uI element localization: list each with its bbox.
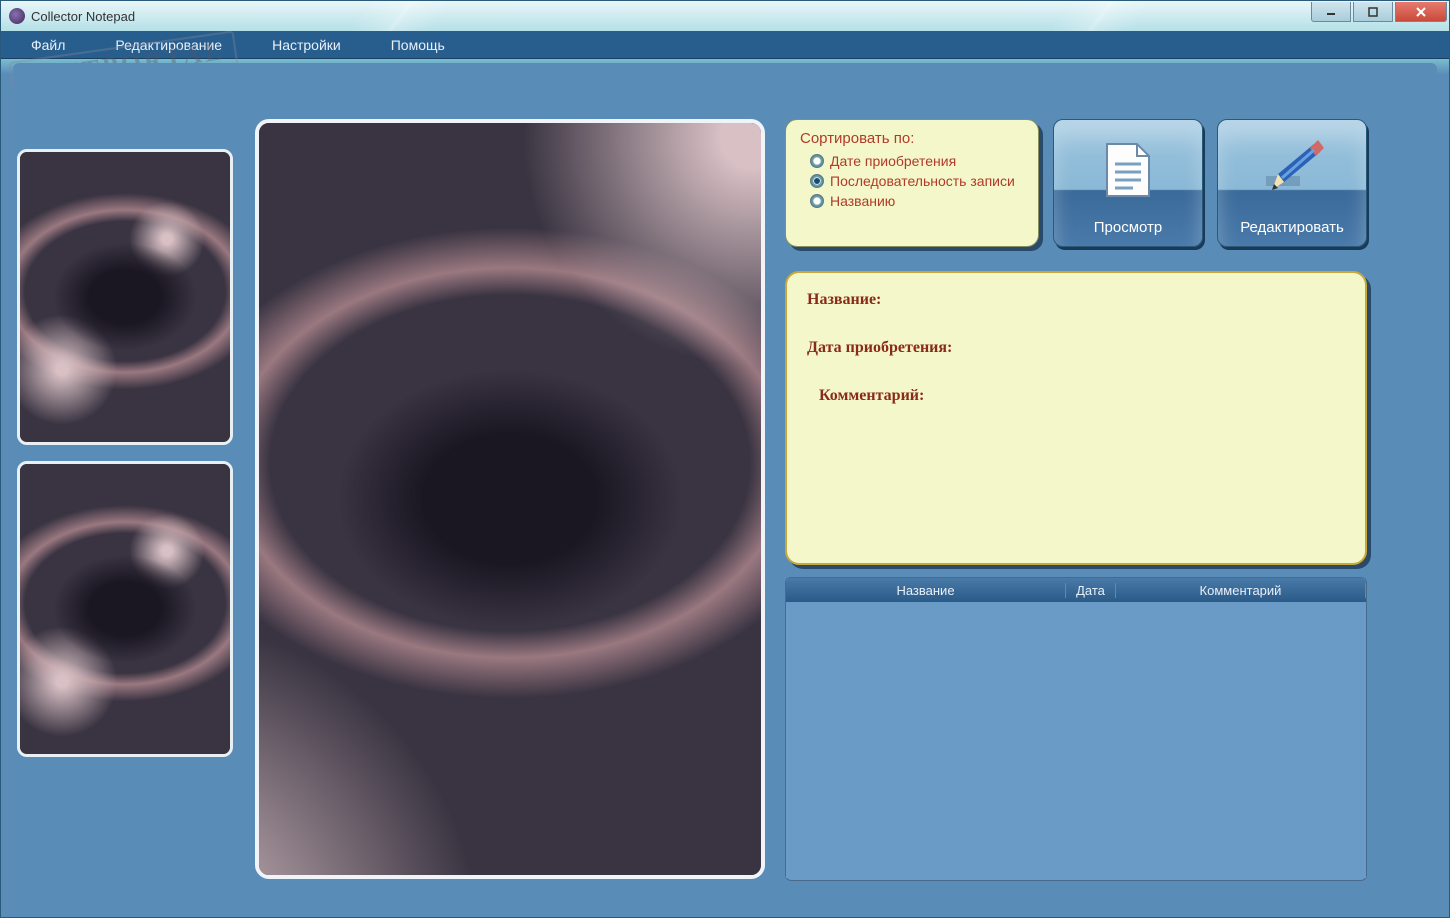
table-header: Название Дата Комментарий (786, 578, 1366, 602)
minimize-button[interactable] (1311, 2, 1351, 22)
details-panel: Название: Дата приобретения: Комментарий… (785, 271, 1367, 565)
close-icon (1415, 7, 1427, 17)
edit-button-label: Редактировать (1240, 219, 1344, 236)
sort-option-label: Последовательность записи (830, 173, 1015, 189)
thumbnail-item[interactable] (17, 149, 233, 445)
sort-option-name[interactable]: Названию (810, 193, 1024, 209)
records-table: Название Дата Комментарий (785, 577, 1367, 881)
radio-icon (810, 194, 824, 208)
detail-name-label: Название: (807, 291, 1345, 309)
app-icon (9, 8, 25, 24)
window-title: Collector Notepad (31, 9, 135, 24)
close-button[interactable] (1395, 2, 1447, 22)
sort-option-label: Дате приобретения (830, 153, 956, 169)
sort-option-sequence[interactable]: Последовательность записи (810, 173, 1024, 189)
app-window: Collector Notepad Файл Редактирование На… (0, 0, 1450, 918)
sort-option-date[interactable]: Дате приобретения (810, 153, 1024, 169)
column-header-name[interactable]: Название (786, 583, 1066, 598)
sort-panel: Сортировать по: Дате приобретения Послед… (785, 119, 1039, 247)
menubar: Файл Редактирование Настройки Помощь (1, 31, 1449, 59)
detail-date-label: Дата приобретения: (807, 339, 1345, 357)
menu-help[interactable]: Помощь (391, 37, 445, 53)
document-icon (1101, 140, 1155, 200)
titlebar-stripe (1052, 1, 1149, 31)
titlebar[interactable]: Collector Notepad (1, 1, 1449, 31)
view-button[interactable]: Просмотр (1053, 119, 1203, 247)
menu-settings[interactable]: Настройки (272, 37, 341, 53)
table-body[interactable] (786, 602, 1366, 878)
radio-icon (810, 154, 824, 168)
minimize-icon (1326, 7, 1336, 17)
maximize-button[interactable] (1353, 2, 1393, 22)
sort-header: Сортировать по: (800, 130, 1024, 147)
pencil-icon (1260, 138, 1324, 202)
sort-option-label: Названию (830, 193, 895, 209)
thumbnail-item[interactable] (17, 461, 233, 757)
detail-comment-label: Комментарий: (819, 387, 1345, 405)
client-area: Сортировать по: Дате приобретения Послед… (13, 63, 1437, 905)
maximize-icon (1368, 7, 1378, 17)
view-button-label: Просмотр (1094, 219, 1163, 236)
radio-icon (810, 174, 824, 188)
main-preview[interactable] (255, 119, 765, 879)
column-header-date[interactable]: Дата (1066, 583, 1116, 598)
thumbnail-list (17, 149, 233, 757)
edit-button[interactable]: Редактировать (1217, 119, 1367, 247)
menu-file[interactable]: Файл (31, 37, 65, 53)
column-header-comment[interactable]: Комментарий (1116, 583, 1366, 598)
menu-edit[interactable]: Редактирование (115, 37, 222, 53)
titlebar-stripe (352, 1, 449, 31)
